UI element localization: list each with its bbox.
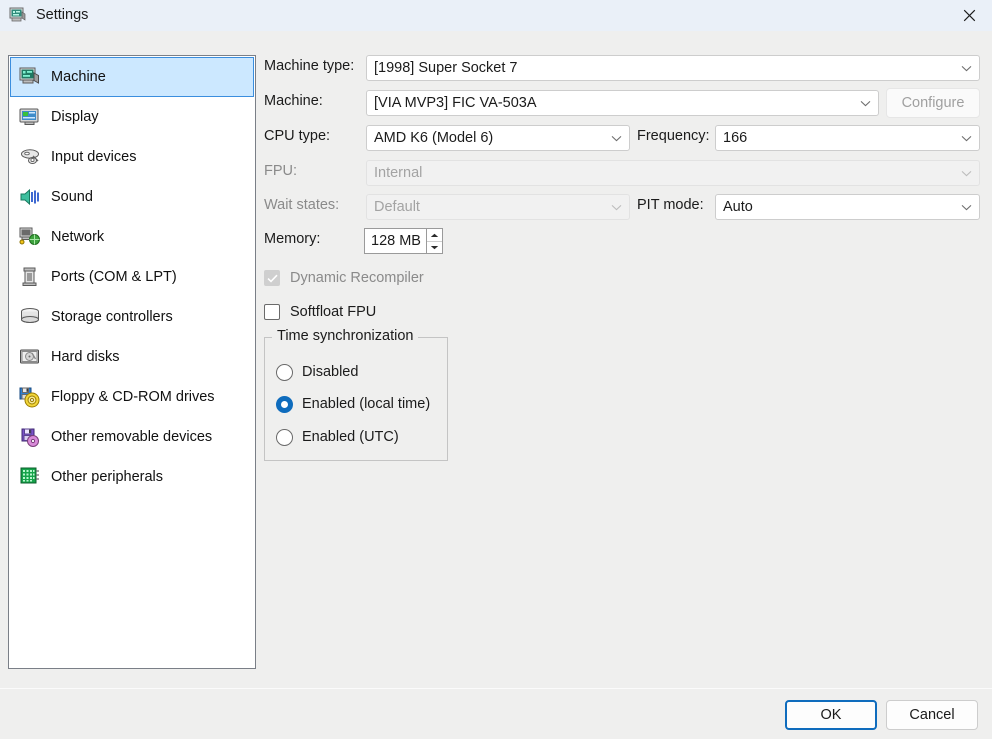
sidebar-item-network[interactable]: Network — [10, 217, 254, 257]
sidebar-item-other-removable-devices[interactable]: Other removable devices — [10, 417, 254, 457]
dynamic-recompiler-checkbox: Dynamic Recompiler — [264, 267, 424, 289]
wait-states-row: Wait states: Default PIT mode: Auto — [264, 194, 980, 220]
fpu-value: Internal — [374, 165, 953, 181]
cpu-type-select[interactable]: AMD K6 (Model 6) — [366, 125, 630, 151]
machine-label: Machine: — [264, 93, 323, 109]
sidebar-item-label: Display — [51, 109, 99, 125]
chevron-down-icon — [603, 126, 629, 150]
memory-value: 128 MB — [365, 229, 426, 253]
memory-stepper-buttons[interactable] — [426, 229, 442, 253]
time-synchronization-legend: Time synchronization — [272, 328, 418, 344]
chevron-down-icon — [852, 91, 878, 115]
machine-value: [VIA MVP3] FIC VA-503A — [374, 95, 852, 111]
close-icon[interactable] — [946, 0, 992, 31]
floppy-cdrom-icon — [19, 386, 41, 408]
sidebar-item-hard-disks[interactable]: Hard disks — [10, 337, 254, 377]
sidebar-item-machine[interactable]: Machine — [10, 57, 254, 97]
sound-icon — [19, 186, 41, 208]
frequency-label: Frequency: — [637, 128, 710, 144]
network-icon — [19, 226, 41, 248]
radio-time-sync-disabled[interactable]: Disabled — [276, 361, 358, 383]
other-removable-icon — [19, 426, 41, 448]
sidebar-item-label: Input devices — [51, 149, 136, 165]
sidebar-item-floppy-cd-rom-drives[interactable]: Floppy & CD-ROM drives — [10, 377, 254, 417]
checkbox-box[interactable] — [264, 304, 280, 320]
cpu-type-value: AMD K6 (Model 6) — [374, 130, 603, 146]
cpu-type-label: CPU type: — [264, 128, 330, 144]
stepper-up-icon[interactable] — [427, 229, 442, 241]
ports-icon — [19, 266, 41, 288]
sidebar-item-label: Ports (COM & LPT) — [51, 269, 177, 285]
title-bar: Settings — [0, 0, 992, 31]
machine-icon — [19, 66, 41, 88]
input-devices-icon — [19, 146, 41, 168]
machine-type-select[interactable]: [1998] Super Socket 7 — [366, 55, 980, 81]
radio-circle[interactable] — [276, 396, 293, 413]
wait-states-value: Default — [374, 199, 603, 215]
hard-disks-icon — [19, 346, 41, 368]
radio-time-sync-local[interactable]: Enabled (local time) — [276, 393, 430, 415]
wait-states-label: Wait states: — [264, 197, 339, 213]
sidebar-item-input-devices[interactable]: Input devices — [10, 137, 254, 177]
radio-circle[interactable] — [276, 429, 293, 446]
machine-select[interactable]: [VIA MVP3] FIC VA-503A — [366, 90, 879, 116]
sidebar-item-ports-com-lpt[interactable]: Ports (COM & LPT) — [10, 257, 254, 297]
frequency-select[interactable]: 166 — [715, 125, 980, 151]
machine-type-label: Machine type: — [264, 58, 354, 74]
cpu-row: CPU type: AMD K6 (Model 6) Frequency: 16… — [264, 125, 980, 151]
radio-time-sync-utc[interactable]: Enabled (UTC) — [276, 426, 399, 448]
memory-row: Memory: 128 MB — [264, 228, 980, 254]
sidebar-item-label: Machine — [51, 69, 106, 85]
machine-type-value: [1998] Super Socket 7 — [374, 60, 953, 76]
frequency-value: 166 — [723, 130, 953, 146]
settings-category-list[interactable]: Machine Display Input devices Sound Network P… — [8, 55, 256, 669]
pit-mode-value: Auto — [723, 199, 953, 215]
machine-row: Machine: [VIA MVP3] FIC VA-503A Configur… — [264, 90, 980, 116]
softfloat-fpu-label: Softfloat FPU — [290, 304, 376, 320]
sidebar-item-label: Other removable devices — [51, 429, 212, 445]
sidebar-item-label: Sound — [51, 189, 93, 205]
chevron-down-icon — [603, 195, 629, 219]
chevron-down-icon — [953, 126, 979, 150]
other-peripherals-icon — [19, 466, 41, 488]
dynamic-recompiler-label: Dynamic Recompiler — [290, 270, 424, 286]
app-icon — [9, 6, 27, 24]
chevron-down-icon — [953, 56, 979, 80]
dialog-footer: OK Cancel — [0, 689, 992, 739]
display-icon — [19, 106, 41, 128]
radio-label: Disabled — [302, 364, 358, 380]
machine-type-row: Machine type: [1998] Super Socket 7 — [264, 55, 980, 81]
sidebar-item-label: Other peripherals — [51, 469, 163, 485]
memory-label: Memory: — [264, 231, 320, 247]
stepper-down-icon[interactable] — [427, 241, 442, 253]
checkbox-box — [264, 270, 280, 286]
sidebar-item-display[interactable]: Display — [10, 97, 254, 137]
sidebar-item-label: Hard disks — [51, 349, 120, 365]
sidebar-item-label: Network — [51, 229, 104, 245]
sidebar-item-label: Storage controllers — [51, 309, 173, 325]
ok-button[interactable]: OK — [785, 700, 877, 730]
memory-stepper[interactable]: 128 MB — [364, 228, 443, 254]
sidebar-item-other-peripherals[interactable]: Other peripherals — [10, 457, 254, 497]
pit-mode-label: PIT mode: — [637, 197, 704, 213]
radio-label: Enabled (local time) — [302, 396, 430, 412]
wait-states-select: Default — [366, 194, 630, 220]
storage-controllers-icon — [19, 306, 41, 328]
softfloat-fpu-checkbox[interactable]: Softfloat FPU — [264, 301, 376, 323]
fpu-label: FPU: — [264, 163, 297, 179]
radio-label: Enabled (UTC) — [302, 429, 399, 445]
chevron-down-icon — [953, 161, 979, 185]
cancel-button[interactable]: Cancel — [886, 700, 978, 730]
fpu-select: Internal — [366, 160, 980, 186]
sidebar-item-storage-controllers[interactable]: Storage controllers — [10, 297, 254, 337]
radio-circle[interactable] — [276, 364, 293, 381]
fpu-row: FPU: Internal — [264, 160, 980, 186]
configure-button[interactable]: Configure — [886, 88, 980, 118]
sidebar-item-label: Floppy & CD-ROM drives — [51, 389, 215, 405]
chevron-down-icon — [953, 195, 979, 219]
sidebar-item-sound[interactable]: Sound — [10, 177, 254, 217]
window-title: Settings — [36, 6, 88, 24]
pit-mode-select[interactable]: Auto — [715, 194, 980, 220]
